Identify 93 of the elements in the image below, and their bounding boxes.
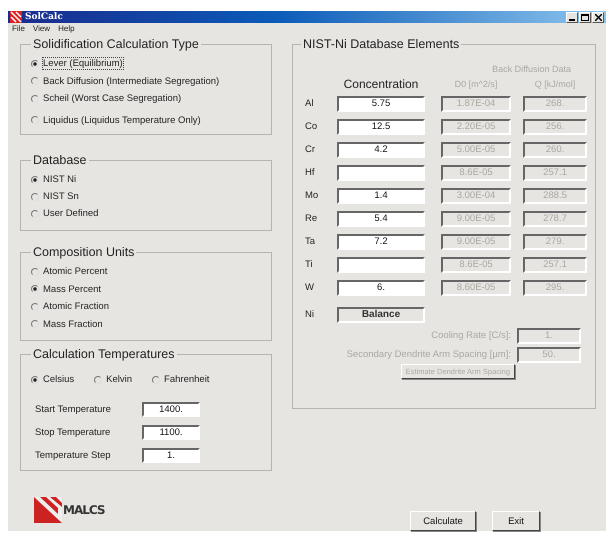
minimize-button[interactable]	[566, 12, 578, 22]
radio-label: Fahrenheit	[164, 374, 210, 385]
element-label: Mo	[304, 190, 320, 201]
field-label: Cooling Rate [C/s]:	[431, 330, 511, 341]
radio-button[interactable]	[31, 268, 39, 276]
element-label: Re	[304, 213, 318, 224]
element-label: Cr	[304, 144, 316, 155]
menu-item[interactable]: Help	[58, 24, 75, 34]
radio-option[interactable]: Atomic Fraction	[31, 298, 263, 316]
menu-item[interactable]: View	[32, 24, 50, 34]
column-heading: Back Diffusion Data	[491, 64, 571, 74]
group-title: Solidification Calculation Type	[32, 37, 200, 51]
close-icon	[594, 14, 602, 20]
concentration-field[interactable]: 7.2	[337, 234, 425, 250]
radio-button[interactable]	[31, 285, 39, 294]
radio-button[interactable]	[31, 60, 39, 68]
element-label: Co	[304, 121, 318, 132]
radio-label: Lever (Equilibrium)	[43, 58, 123, 70]
radio-option[interactable]: Atomic Percent	[31, 263, 263, 280]
concentration-field[interactable]	[337, 164, 425, 180]
radio-button[interactable]	[31, 116, 39, 124]
menu-item[interactable]: File	[12, 24, 25, 34]
column-heading: Q [kJ/mol]	[534, 79, 576, 89]
radio-label: Atomic Fraction	[43, 301, 109, 312]
radio-option[interactable]: Fahrenheit	[152, 371, 210, 388]
radio-button[interactable]	[31, 192, 39, 200]
radio-label: Mass Fraction	[43, 318, 103, 330]
app-icon	[10, 11, 22, 23]
radio-label: NIST Ni	[43, 174, 76, 185]
radio-option[interactable]: Kelvin	[94, 371, 132, 388]
radio-option[interactable]: Scheil (Worst Case Segregation)	[31, 90, 263, 108]
element-label: Hf	[304, 167, 316, 178]
radio-option[interactable]: Back Diffusion (Intermediate Segregation)	[31, 72, 263, 90]
group-title: Database	[32, 153, 88, 167]
window-title: SolCalc	[25, 12, 63, 22]
radio-label: Back Diffusion (Intermediate Segregation)	[43, 76, 220, 87]
radio-option[interactable]: NIST Sn	[31, 188, 263, 205]
radio-option[interactable]: Celsius	[31, 371, 74, 388]
concentration-field[interactable]: 6.	[337, 280, 425, 296]
radio-label: Atomic Percent	[43, 266, 108, 278]
concentration-field[interactable]	[337, 256, 425, 272]
radio-option[interactable]: User Defined	[31, 205, 263, 222]
radio-option[interactable]: Lever (Equilibrium)	[31, 55, 263, 72]
logo-text: MALCS	[63, 503, 105, 517]
radio-button[interactable]	[31, 176, 39, 184]
column-heading: D0 [m^2/s]	[454, 79, 498, 89]
radio-button[interactable]	[31, 94, 39, 103]
radio-button[interactable]	[31, 77, 39, 86]
input-field[interactable]: 1.	[142, 448, 200, 463]
radio-label: NIST Sn	[43, 191, 79, 202]
maximize-button[interactable]	[579, 12, 591, 22]
group-title: NIST-Ni Database Elements	[302, 37, 460, 51]
close-button[interactable]	[592, 12, 604, 22]
dialog-button[interactable]: Exit	[492, 511, 540, 531]
maximize-icon	[581, 14, 589, 20]
radio-button[interactable]	[152, 376, 160, 384]
balance-field: Balance	[337, 306, 425, 322]
radio-button[interactable]	[31, 210, 39, 218]
element-label: Ti	[304, 259, 314, 270]
input-field[interactable]: 1100.	[142, 425, 200, 440]
radio-label: Celsius	[43, 374, 74, 385]
element-label: Al	[304, 98, 314, 109]
radio-button[interactable]	[94, 376, 102, 384]
field-label: Start Temperature	[34, 404, 112, 415]
element-label: W	[304, 282, 315, 293]
radio-option[interactable]: Mass Fraction	[31, 316, 263, 333]
field-label: Temperature Step	[34, 450, 112, 461]
concentration-field[interactable]: 5.4	[337, 210, 425, 226]
concentration-field[interactable]: 5.75	[337, 96, 425, 112]
concentration-field[interactable]: 1.4	[337, 188, 425, 204]
radio-option[interactable]: NIST Ni	[31, 171, 263, 188]
radio-option[interactable]: Liquidus (Liquidus Temperature Only)	[31, 112, 263, 129]
group-title: Calculation Temperatures	[32, 347, 176, 361]
column-heading: Concentration	[342, 77, 420, 91]
logo-icon	[34, 497, 62, 523]
group-title: Composition Units	[32, 245, 136, 259]
radio-label: Scheil (Worst Case Segregation)	[43, 93, 182, 104]
element-label: Ta	[304, 236, 316, 247]
concentration-field[interactable]: 4.2	[337, 142, 425, 158]
concentration-field[interactable]: 12.5	[337, 118, 425, 134]
dialog-button[interactable]: Calculate	[410, 511, 476, 531]
radio-label: Mass Percent	[43, 284, 102, 295]
radio-button[interactable]	[31, 302, 39, 311]
radio-button[interactable]	[31, 320, 39, 328]
radio-label: Liquidus (Liquidus Temperature Only)	[43, 114, 201, 126]
radio-option[interactable]: Mass Percent	[31, 280, 263, 298]
element-label: Ni	[304, 309, 315, 320]
radio-label: Kelvin	[106, 374, 132, 385]
input-field[interactable]: 1400.	[142, 402, 200, 417]
field-label: Stop Temperature	[34, 427, 112, 438]
radio-label: User Defined	[43, 208, 98, 219]
radio-button[interactable]	[31, 376, 39, 384]
field-label: Secondary Dendrite Arm Spacing [µm]:	[346, 349, 511, 360]
